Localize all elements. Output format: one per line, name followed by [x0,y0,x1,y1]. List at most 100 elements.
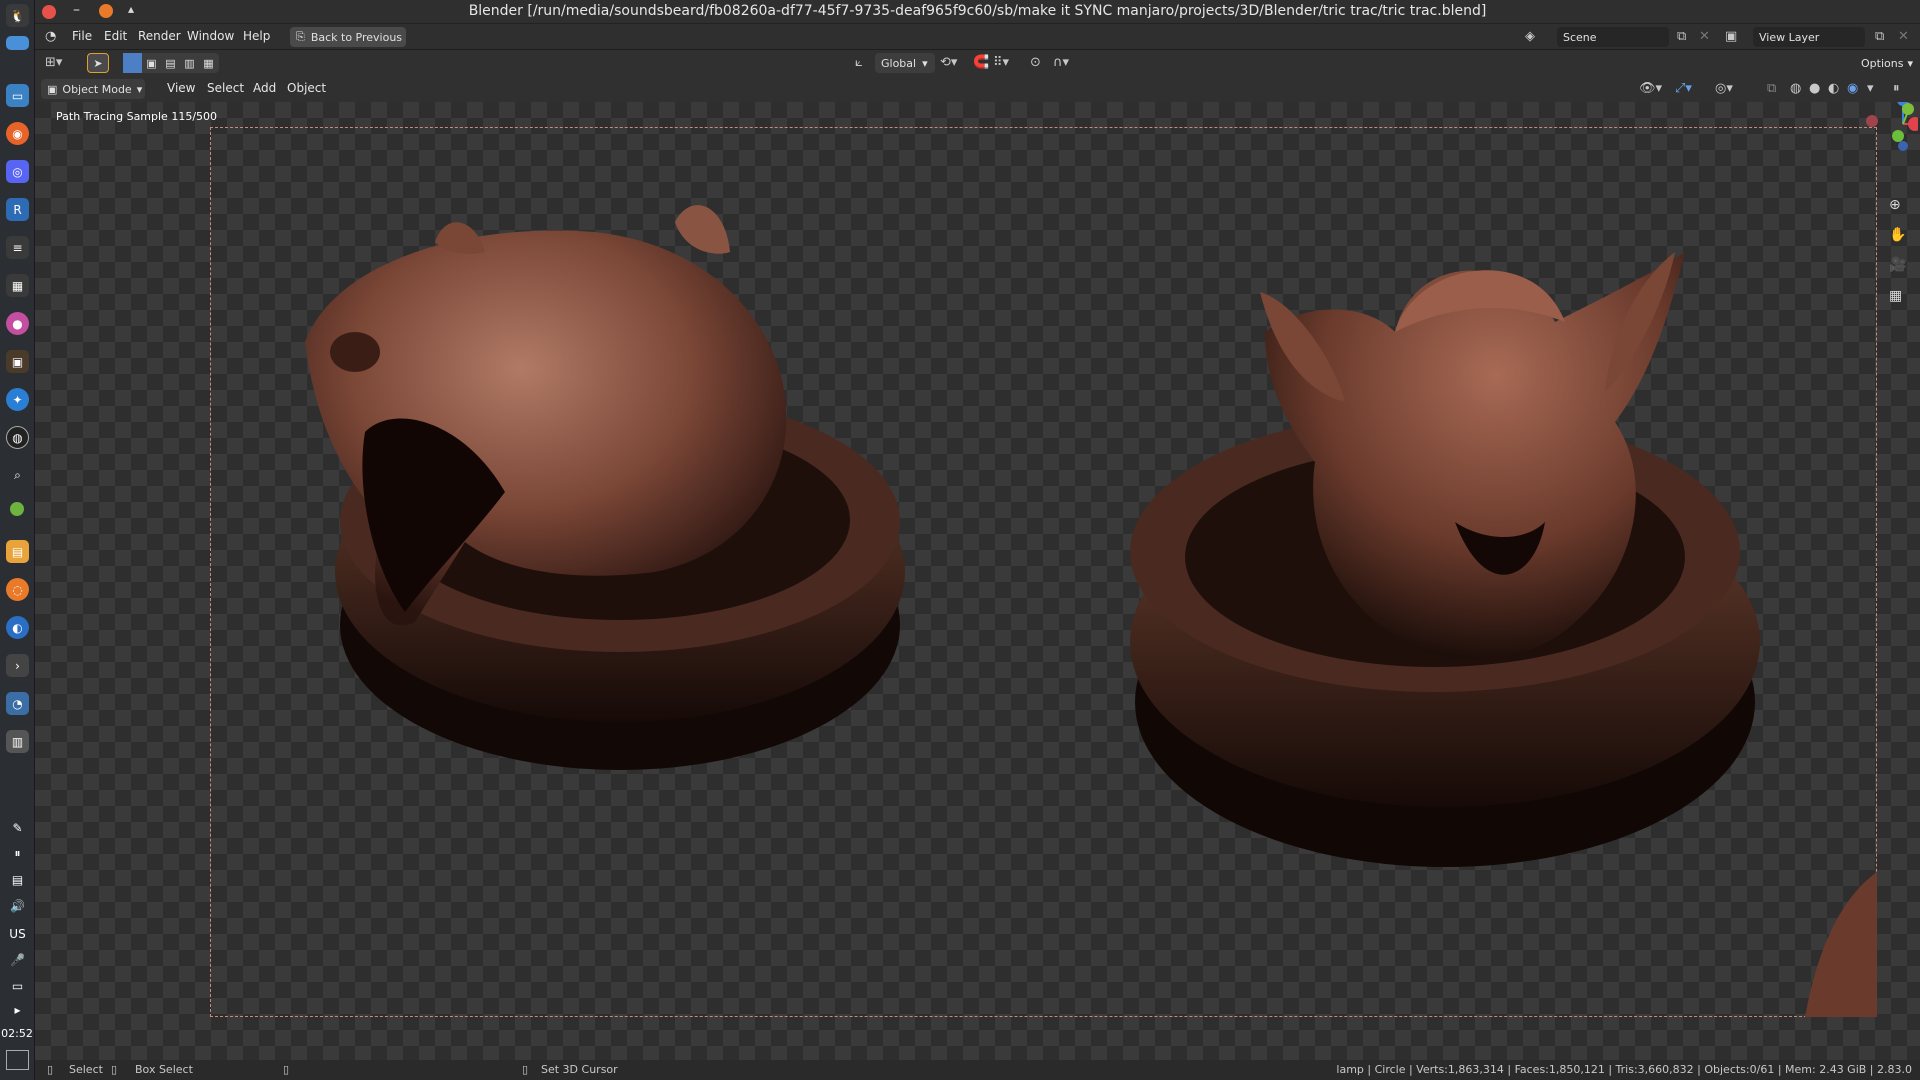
window-list-icon[interactable]: ▥ [6,730,29,753]
options-dropdown[interactable]: Options ▾ [1855,53,1915,73]
cursor-icon: ➤ [93,56,103,70]
display-icon[interactable]: ▭ [6,974,29,997]
search-icon[interactable]: ⌕ [6,464,29,487]
pan-hand-icon[interactable]: ✋ [1889,227,1906,243]
zoom-icon[interactable]: ⊕ [1889,197,1901,213]
blender-menu-icon[interactable]: ◔ [45,27,56,47]
xray-toggle-icon[interactable]: ⧉ [1767,79,1776,99]
snap-target-icon[interactable]: ⠿▾ [993,53,1009,73]
color-picker-icon[interactable]: ● [6,312,29,335]
falloff-icon[interactable]: ∩▾ [1053,53,1069,73]
visibility-eye-icon[interactable]: 👁▾ [1639,79,1662,99]
media-app-icon[interactable]: ▣ [6,350,29,373]
gizmo-toggle-icon[interactable]: ⤢▾ [1675,79,1692,99]
overlays-icon[interactable]: ◎▾ [1715,79,1733,99]
penguin-app-icon[interactable]: 🐧 [6,4,29,27]
axis-neg-z-handle[interactable] [1898,141,1908,151]
axis-neg-y-handle[interactable] [1892,130,1904,142]
menu-add[interactable]: Add [253,81,276,95]
reaper-icon[interactable]: R [6,198,29,221]
menu-object[interactable]: Object [287,81,326,95]
mouse-left-icon: ▯ [47,1063,54,1076]
remove-scene-icon[interactable]: ✕ [1699,27,1710,47]
axis-x-handle[interactable] [1908,117,1920,131]
expand-arrow-icon[interactable]: ▸ [6,998,29,1021]
keyboard-layout[interactable]: US [6,922,29,945]
show-desktop-icon[interactable] [6,1050,29,1070]
clipboard-icon[interactable]: ▤ [6,868,29,891]
scene-selector[interactable]: Scene [1557,27,1669,47]
orientation-icon: ⟀ [855,55,863,70]
perspective-grid-icon[interactable]: ▦ [1889,288,1902,304]
status-set-cursor-hint: Set 3D Cursor [541,1063,618,1076]
axis-y-handle[interactable] [1902,103,1914,115]
orientation-dropdown[interactable]: Global ▾ [875,53,935,73]
menu-render[interactable]: Render [138,29,181,43]
status-box-select-hint: Box Select [135,1063,193,1076]
snap-toggle-icon[interactable]: 🧲 [973,53,989,73]
chevron-down-icon: ▾ [922,56,928,70]
window-titlebar: – ▴ Blender [/run/media/soundsbeard/fb08… [35,0,1920,24]
pause-icon[interactable]: ⏸ [6,842,29,865]
discord-icon[interactable]: ◎ [6,160,29,183]
new-view-layer-icon[interactable]: ⧉ [1875,27,1884,47]
pause-render-icon[interactable]: ⏸ [1893,79,1900,99]
status-select-hint: Select [69,1063,103,1076]
pivot-point-icon[interactable]: ⟲▾ [940,53,957,73]
select-set-icon[interactable] [123,53,142,73]
pen-icon[interactable]: ✎ [6,816,29,839]
shading-solid-icon[interactable]: ● [1809,79,1820,99]
shading-options-icon[interactable]: ▾ [1867,79,1874,99]
view-layer-icon[interactable]: ▣ [1725,27,1737,47]
files-icon[interactable]: ▭ [6,84,29,107]
3d-viewport[interactable]: Path Tracing Sample 115/500 ⊕ ✋ 🎥 ▦ [35,102,1920,1060]
axis-neg-x-handle[interactable] [1866,115,1878,127]
camera-view-icon[interactable]: 🎥 [1889,257,1906,273]
back-to-previous-button[interactable]: ⎘ Back to Previous [290,27,406,47]
creature-head-sculpture[interactable] [1130,252,1760,867]
shading-rendered-icon[interactable]: ◉ [1847,79,1858,99]
globe-icon[interactable]: ◐ [6,616,29,639]
shading-material-icon[interactable]: ◐ [1828,79,1839,99]
select-tool-button[interactable]: ➤ [87,53,109,73]
render-canvas [305,205,1877,1017]
menu-view[interactable]: View [167,81,195,95]
bear-head-sculpture[interactable] [305,205,905,770]
layers-icon[interactable]: ≡ [6,236,29,259]
mouse-drag-icon: ▯ [111,1063,118,1076]
remove-view-layer-icon[interactable]: ✕ [1898,27,1909,47]
browser-icon[interactable]: ✦ [6,388,29,411]
microphone-icon[interactable]: 🎤 [6,948,29,971]
blender-icon[interactable]: ◔ [6,692,29,715]
ubuntu-icon[interactable]: ◌ [6,578,29,601]
new-scene-icon[interactable]: ⧉ [1677,27,1686,47]
select-intersect-icon[interactable]: ▦ [199,57,218,70]
status-dot-icon[interactable] [10,502,24,516]
os-taskbar: 🐧 ▭ ◉ ◎ R ≡ ▦ ● ▣ ✦ ◍ ⌕ ▤ ◌ ◐ › ◔ ▥ ✎ ⏸ … [0,0,35,1080]
select-subtract-icon[interactable]: ▤ [161,57,180,70]
bear-ear-right [675,205,730,254]
shading-wireframe-icon[interactable]: ◍ [1790,79,1801,99]
select-invert-icon[interactable]: ▥ [180,57,199,70]
mode-dropdown[interactable]: ▣ Object Mode ▾ [41,79,145,99]
menu-help[interactable]: Help [243,29,270,43]
view-layer-selector[interactable]: View Layer [1753,27,1865,47]
firefox-icon[interactable]: ◉ [6,122,29,145]
scene-icon[interactable]: ◈ [1525,27,1535,47]
menu-window[interactable]: Window [187,29,234,43]
navigation-gizmo[interactable] [1828,102,1920,162]
menu-edit[interactable]: Edit [104,29,127,43]
terminal-icon[interactable]: › [6,654,29,677]
menu-select[interactable]: Select [207,81,244,95]
workspace-indicator-icon[interactable] [6,36,29,50]
proportional-edit-icon[interactable]: ⊙ [1030,53,1041,73]
volume-icon[interactable]: 🔊 [6,894,29,917]
obs-icon[interactable]: ◍ [6,426,29,449]
tool-header: ⊞▾ ➤ ▣ ▤ ▥ ▦ ⟀ Global ▾ ⟲▾ 🧲 ⠿▾ ⊙ ∩▾ Opti… [35,50,1920,76]
select-extend-icon[interactable]: ▣ [142,57,161,70]
editor-type-icon[interactable]: ⊞▾ [45,53,62,73]
menu-file[interactable]: File [72,29,92,43]
folder-icon[interactable]: ▤ [6,540,29,563]
status-bar: ▯ Select ▯ Box Select ▯ ▯ Set 3D Cursor … [35,1060,1920,1080]
video-editor-icon[interactable]: ▦ [6,274,29,297]
